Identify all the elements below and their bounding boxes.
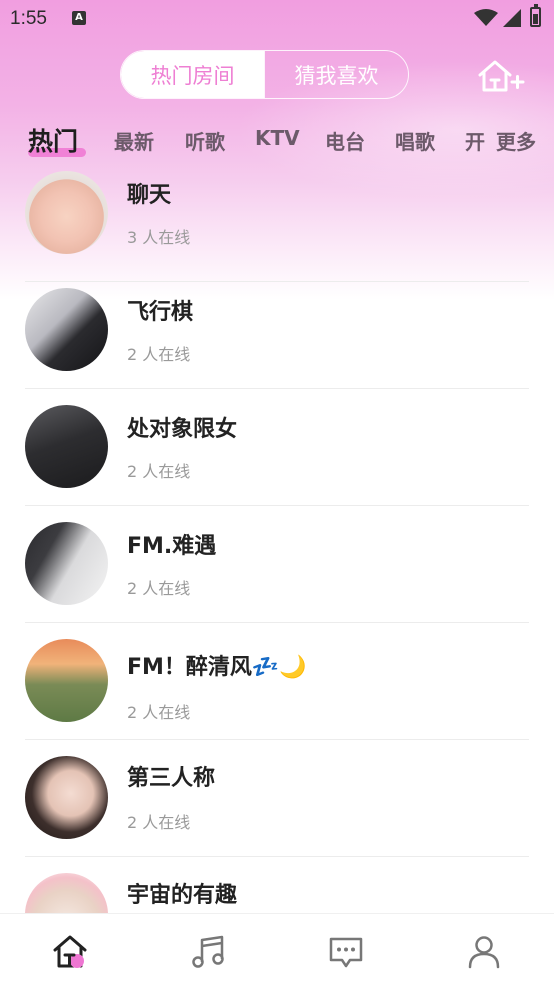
profile-icon[interactable] — [466, 934, 502, 970]
room-row[interactable]: 聊天 3 人在线 — [0, 165, 554, 282]
room-list: 聊天 3 人在线 飞行棋 2 人在线 处对象限女 2 人在线 FM.难遇 2 人… — [0, 165, 554, 913]
room-name: 聊天 — [127, 183, 172, 208]
tab-hot[interactable]: 热门 — [28, 122, 78, 158]
tab-open[interactable]: 开 — [465, 126, 485, 155]
tab-radio[interactable]: 电台 — [325, 126, 365, 155]
room-name: 第三人称 — [127, 766, 216, 791]
room-name: FM！醉清风💤🌙 — [127, 655, 307, 680]
room-row[interactable]: 第三人称 2 人在线 — [0, 740, 554, 857]
tab-newest[interactable]: 最新 — [114, 126, 154, 155]
tab-listen-music[interactable]: 听歌 — [185, 126, 225, 155]
music-icon[interactable] — [190, 934, 226, 970]
home-icon[interactable] — [52, 934, 88, 970]
room-avatar — [25, 873, 108, 913]
online-count: 3 人在线 — [127, 228, 191, 247]
room-row[interactable]: FM！醉清风💤🌙 2 人在线 — [0, 623, 554, 740]
message-icon[interactable] — [328, 934, 364, 970]
bottom-nav — [0, 913, 554, 985]
room-row[interactable]: 宇宙的有趣 — [0, 857, 554, 913]
room-avatar — [25, 405, 108, 488]
category-tabs: 热门 最新 听歌 KTV 电台 唱歌 开 更多 — [0, 118, 554, 164]
online-count: 2 人在线 — [127, 703, 191, 722]
room-avatar — [25, 756, 108, 839]
status-bar: 1:55 A — [0, 0, 554, 38]
battery-icon — [530, 4, 541, 27]
online-count: 2 人在线 — [127, 579, 191, 598]
more-categories-button[interactable]: 更多 — [496, 126, 536, 155]
tab-sing[interactable]: 唱歌 — [395, 126, 435, 155]
status-time: 1:55 — [10, 8, 47, 29]
room-avatar — [25, 288, 108, 371]
tab-guess-you-like[interactable]: 猜我喜欢 — [264, 51, 408, 98]
tab-ktv[interactable]: KTV — [255, 126, 300, 150]
room-row[interactable]: FM.难遇 2 人在线 — [0, 506, 554, 623]
room-avatar — [25, 171, 108, 254]
room-name: 飞行棋 — [127, 300, 194, 325]
room-avatar — [25, 522, 108, 605]
room-segment-tabs: 热门房间 猜我喜欢 — [120, 50, 409, 99]
room-name: 处对象限女 — [127, 417, 238, 442]
room-row[interactable]: 飞行棋 2 人在线 — [0, 272, 554, 389]
online-count: 2 人在线 — [127, 345, 191, 364]
tab-hot-rooms[interactable]: 热门房间 — [121, 51, 264, 98]
room-avatar — [25, 639, 108, 722]
online-count: 2 人在线 — [127, 813, 191, 832]
room-name: FM.难遇 — [127, 534, 217, 559]
home-plus-icon[interactable] — [476, 58, 526, 94]
online-count: 2 人在线 — [127, 462, 191, 481]
signal-icon — [503, 9, 521, 27]
room-name: 宇宙的有趣 — [127, 883, 238, 908]
wifi-icon — [474, 9, 498, 26]
a-letter-icon: A — [72, 11, 86, 25]
room-row[interactable]: 处对象限女 2 人在线 — [0, 389, 554, 506]
